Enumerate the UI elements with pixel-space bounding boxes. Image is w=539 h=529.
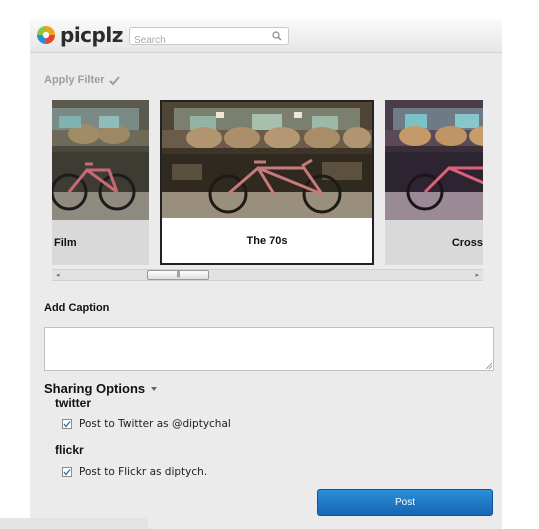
apply-filter-heading: Apply Filter: [44, 74, 120, 86]
picplz-logo-icon: [37, 26, 55, 44]
filter-thumbnail: [162, 102, 372, 218]
filter-thumbnail: [52, 100, 149, 220]
filter-cross[interactable]: Cross: [385, 100, 483, 265]
caption-textarea[interactable]: [44, 327, 494, 371]
twitter-checkbox[interactable]: [62, 419, 72, 429]
top-bar: picplz: [30, 19, 502, 53]
resize-grip-icon[interactable]: [485, 362, 492, 369]
scroll-left-arrow-icon[interactable]: ◂: [56, 271, 60, 279]
filter-thumbnail: [385, 100, 483, 220]
scroll-right-arrow-icon[interactable]: ▸: [475, 271, 479, 279]
twitter-option-label: Post to Twitter as @diptychal: [79, 418, 231, 430]
picplz-logo[interactable]: picplz: [36, 25, 123, 45]
search-icon[interactable]: [272, 31, 282, 41]
filter-the-70s[interactable]: The 70s: [160, 100, 374, 265]
brand-name: picplz: [60, 23, 123, 47]
sharing-options-toggle[interactable]: Sharing Options: [44, 381, 158, 396]
flickr-checkbox[interactable]: [62, 467, 72, 477]
filter-carousel: Film The 70s Cross: [52, 100, 483, 265]
sharing-options-label: Sharing Options: [44, 381, 146, 396]
search-box[interactable]: [129, 27, 289, 49]
filter-film[interactable]: Film: [52, 100, 149, 265]
filter-label: Cross: [451, 236, 483, 249]
filter-label: The 70s: [162, 218, 372, 263]
scrollbar-thumb[interactable]: |||: [147, 270, 209, 280]
post-button[interactable]: Post: [317, 489, 493, 516]
add-caption-heading: Add Caption: [44, 302, 110, 314]
checkmark-icon: [63, 469, 71, 476]
twitter-option[interactable]: Post to Twitter as @diptychal: [62, 418, 231, 430]
flickr-heading: flickr: [55, 443, 84, 457]
app-panel: picplz Apply Filter: [30, 19, 502, 529]
filter-scrollbar[interactable]: ◂ ||| ▸: [52, 269, 483, 281]
caret-down-icon: [151, 386, 158, 391]
grip-icon: |||: [176, 271, 180, 278]
search-input[interactable]: [130, 32, 266, 49]
flickr-option[interactable]: Post to Flickr as diptych.: [62, 466, 207, 478]
checkmark-icon: [108, 75, 120, 85]
apply-filter-label: Apply Filter: [44, 74, 105, 86]
twitter-heading: twitter: [55, 396, 91, 410]
flickr-option-label: Post to Flickr as diptych.: [79, 466, 208, 478]
checkmark-icon: [63, 421, 71, 428]
bottom-tab: [0, 518, 148, 529]
filter-label: Film: [54, 236, 77, 249]
